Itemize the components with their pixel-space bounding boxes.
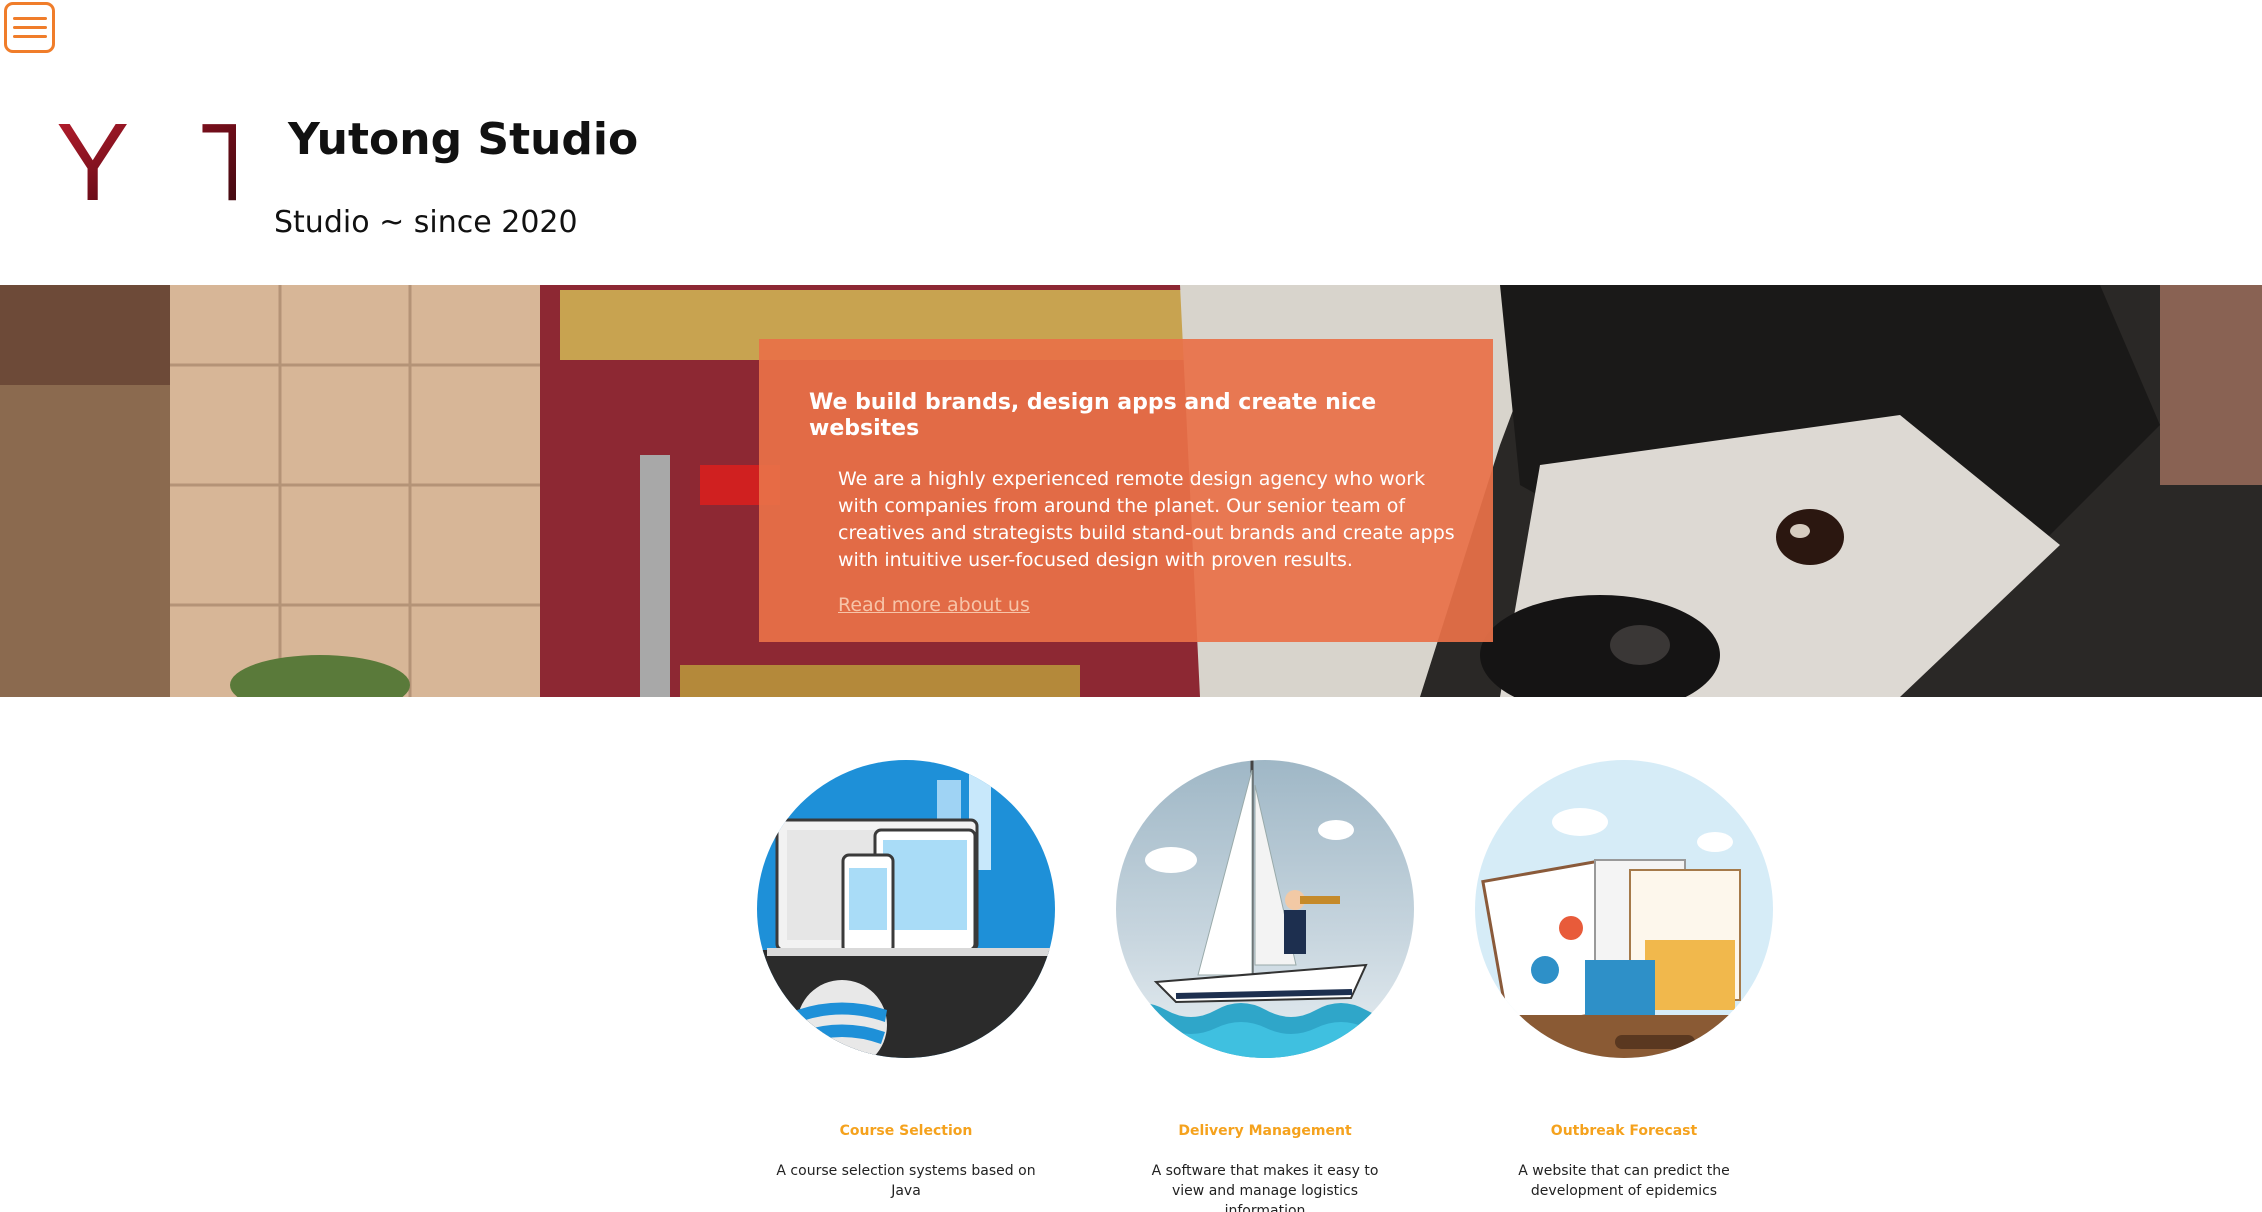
logo-text: Y T <box>56 112 236 212</box>
sailboat-icon <box>1116 760 1414 1058</box>
devices-icon <box>757 760 1055 1058</box>
hero-card: We build brands, design apps and create … <box>759 339 1493 642</box>
feature-course-selection[interactable]: Course Selection A course selection syst… <box>736 760 1076 1201</box>
feature-delivery-management[interactable]: Delivery Management A software that make… <box>1095 760 1435 1212</box>
feature-description: A course selection systems based on Java <box>776 1163 1036 1199</box>
hero-body: We are a highly experienced remote desig… <box>838 467 1455 571</box>
feature-description: A software that makes it easy to view an… <box>1151 1163 1379 1212</box>
briefcase-icon <box>1475 760 1773 1058</box>
feature-title: Outbreak Forecast <box>1550 1123 1698 1139</box>
feature-title: Course Selection <box>839 1123 973 1139</box>
site-subtitle: Studio ~ since 2020 <box>274 205 578 240</box>
site-title: Yutong Studio <box>288 114 639 165</box>
feature-description: A website that can predict the developme… <box>1518 1163 1730 1199</box>
feature-title: Delivery Management <box>1178 1123 1352 1139</box>
hamburger-menu-icon <box>12 17 47 20</box>
feature-outbreak-forecast[interactable]: Outbreak Forecast A website that can pre… <box>1454 760 1794 1201</box>
site-logo: Y T <box>56 112 236 212</box>
hero-heading: We build brands, design apps and create … <box>809 390 1377 442</box>
menu-button[interactable] <box>4 2 55 53</box>
read-more-link[interactable]: Read more about us <box>838 594 1030 616</box>
